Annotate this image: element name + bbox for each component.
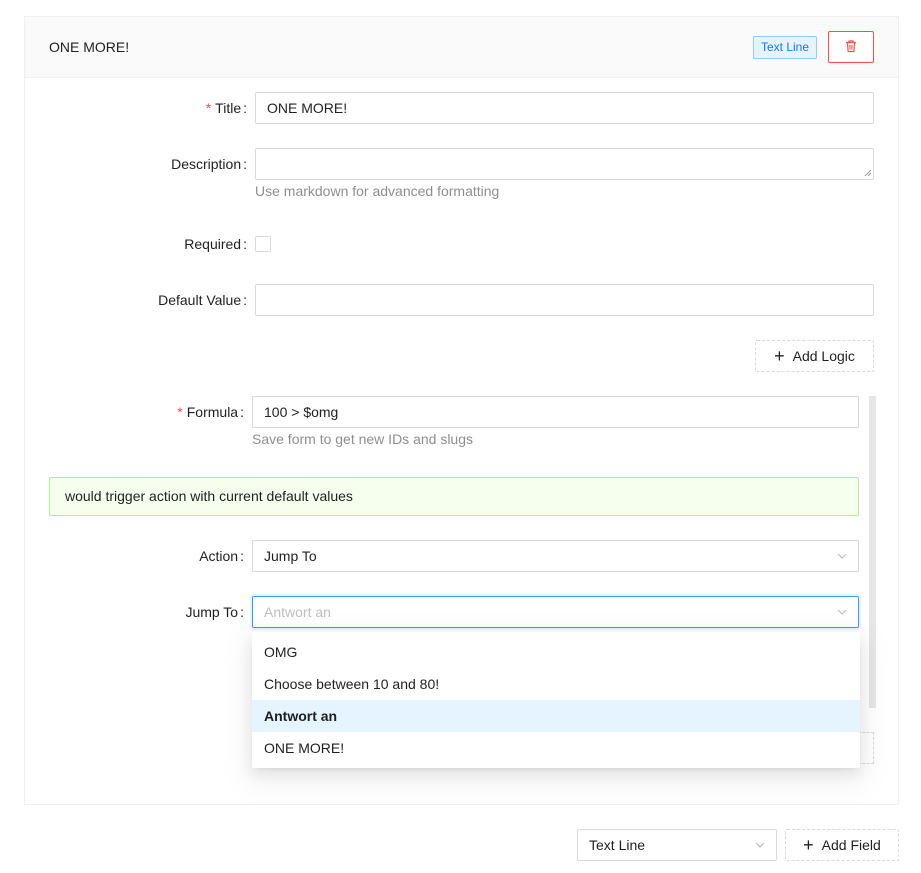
- required-mark: *: [177, 404, 183, 420]
- title-input[interactable]: ONE MORE!: [255, 92, 874, 124]
- jump-to-dropdown: OMG Choose between 10 and 80! Antwort an…: [252, 632, 860, 768]
- required-checkbox[interactable]: [255, 236, 271, 252]
- plus-icon: +: [803, 835, 814, 855]
- formula-label: * Formula:: [177, 404, 244, 420]
- dropdown-option-active[interactable]: Antwort an: [252, 700, 860, 732]
- dropdown-option[interactable]: ONE MORE!: [252, 732, 860, 764]
- formula-help: Save form to get new IDs and slugs: [252, 431, 473, 447]
- add-field-button[interactable]: + Add Field: [785, 829, 899, 861]
- description-textarea[interactable]: [255, 148, 874, 180]
- trash-icon: [844, 39, 858, 56]
- plus-icon: +: [774, 346, 785, 366]
- hidden-dashed-button[interactable]: [858, 732, 874, 764]
- jump-to-select[interactable]: Antwort an: [252, 596, 859, 628]
- card-header: ONE MORE! Text Line: [25, 17, 898, 78]
- dropdown-option[interactable]: Choose between 10 and 80!: [252, 668, 860, 700]
- logic-scrollbar[interactable]: [869, 396, 876, 708]
- jump-to-placeholder: Antwort an: [264, 604, 331, 620]
- chevron-down-icon: [755, 842, 765, 848]
- required-mark: *: [205, 100, 212, 116]
- description-help: Use markdown for advanced formatting: [255, 183, 500, 199]
- card-title: ONE MORE!: [49, 39, 130, 55]
- chevron-down-icon: [837, 553, 847, 559]
- add-logic-button[interactable]: + Add Logic: [755, 340, 874, 372]
- field-type-select[interactable]: Text Line: [577, 829, 777, 861]
- formula-input[interactable]: 100 > $omg: [252, 396, 859, 428]
- default-value-label: Default Value:: [158, 292, 247, 308]
- delete-field-button[interactable]: [828, 31, 874, 63]
- dropdown-option[interactable]: OMG: [252, 636, 860, 668]
- chevron-down-icon: [837, 609, 847, 615]
- resize-handle-icon[interactable]: [864, 169, 872, 177]
- action-label: Action:: [199, 548, 244, 564]
- jump-to-label: Jump To:: [185, 604, 244, 620]
- action-select[interactable]: Jump To: [252, 540, 859, 572]
- default-value-input[interactable]: [255, 284, 874, 316]
- field-type-tag: Text Line: [753, 36, 818, 59]
- description-label: Description:: [171, 156, 247, 172]
- title-label: * Title:: [205, 100, 247, 116]
- required-label: Required:: [184, 236, 247, 252]
- logic-alert: would trigger action with current defaul…: [49, 477, 859, 516]
